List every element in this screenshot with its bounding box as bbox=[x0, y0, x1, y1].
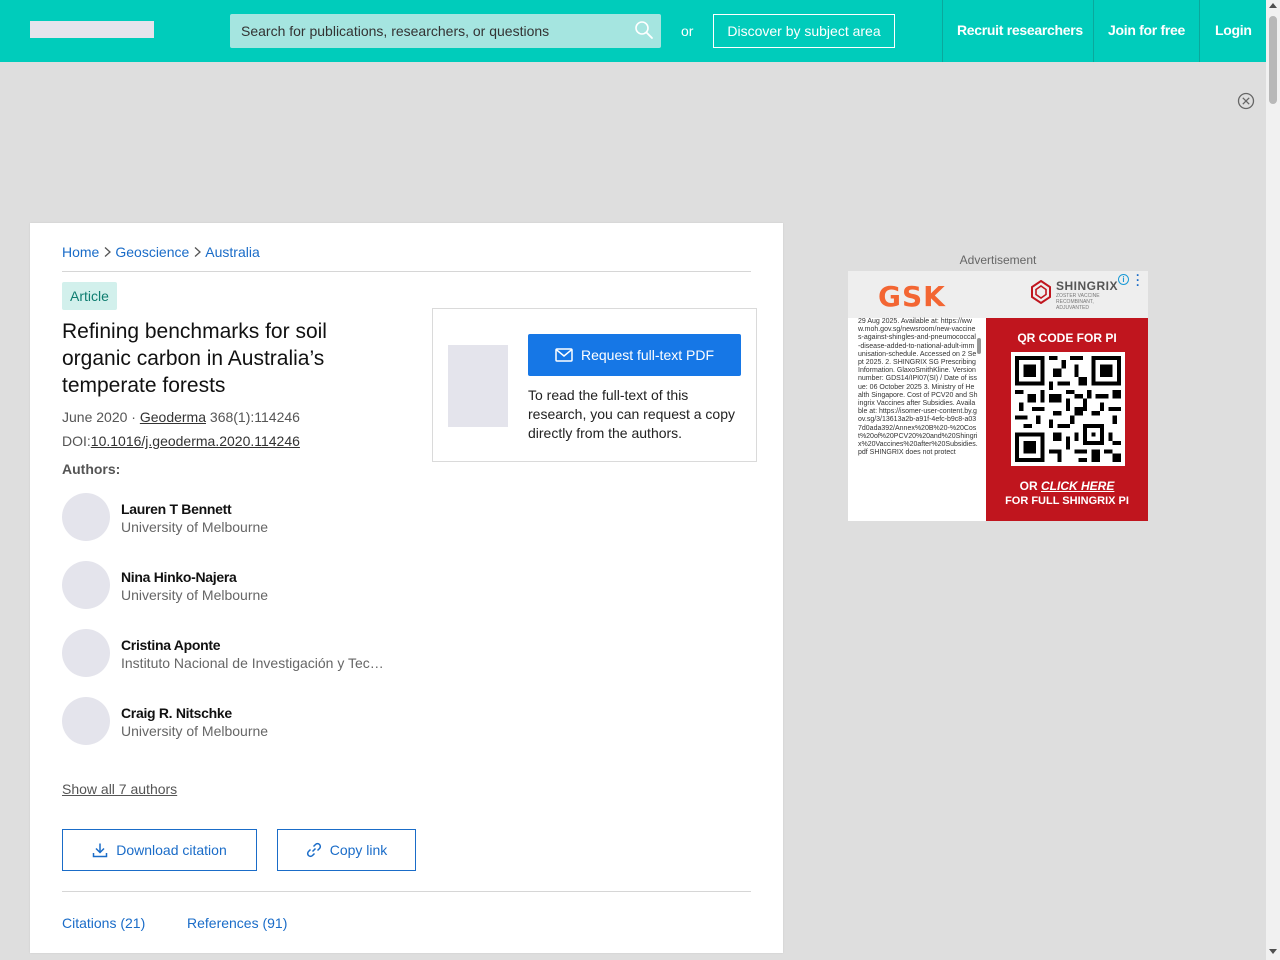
download-citation-label: Download citation bbox=[116, 842, 227, 858]
ad-references-panel: 29 Aug 2025. Available at: https://www.m… bbox=[848, 318, 986, 521]
nav-divider bbox=[942, 0, 943, 62]
request-pdf-description: To read the full-text of this research, … bbox=[528, 387, 736, 441]
author-institution[interactable]: University of Melbourne bbox=[121, 587, 391, 603]
scroll-thumb[interactable] bbox=[1269, 16, 1277, 104]
download-citation-button[interactable]: Download citation bbox=[62, 829, 257, 871]
article-type-badge: Article bbox=[62, 282, 117, 310]
author-institution[interactable]: University of Melbourne bbox=[121, 519, 391, 535]
download-icon bbox=[92, 843, 108, 858]
ad-cta-line2: FOR FULL SHINGRIX PI bbox=[1005, 495, 1129, 507]
request-full-text-pdf-button[interactable]: Request full-text PDF bbox=[528, 334, 741, 376]
close-ad-icon[interactable] bbox=[1237, 92, 1255, 110]
recruit-researchers-link[interactable]: Recruit researchers bbox=[957, 22, 1083, 38]
ad-qr-panel[interactable]: QR CODE FOR PI OR CLICK HERE FOR FULL SH… bbox=[986, 318, 1148, 521]
doi-link[interactable]: 10.1016/j.geoderma.2020.114246 bbox=[91, 433, 300, 449]
journal-volume: 368(1):114246 bbox=[206, 409, 300, 425]
or-text: or bbox=[681, 23, 694, 39]
breadcrumb-geoscience[interactable]: Geoscience bbox=[115, 244, 189, 260]
author-institution[interactable]: University of Melbourne bbox=[121, 723, 391, 739]
ad-qr-title: QR CODE FOR PI bbox=[1017, 331, 1117, 345]
author-name[interactable]: Craig R. Nitschke bbox=[121, 705, 232, 721]
ad-menu-icon[interactable]: · · · bbox=[1136, 271, 1140, 291]
avatar[interactable] bbox=[62, 629, 110, 677]
qr-code-icon[interactable] bbox=[1011, 352, 1125, 466]
login-link[interactable]: Login bbox=[1215, 22, 1252, 38]
advertisement-banner[interactable]: GSK SHINGRIX ZOSTER VACCINE RECOMBINANT,… bbox=[848, 271, 1148, 521]
search-box bbox=[230, 14, 661, 48]
article-title: Refining benchmarks for soil organic car… bbox=[62, 320, 327, 397]
doi-label: DOI: bbox=[62, 433, 91, 449]
article-card: Home Geoscience Australia Article Refini… bbox=[30, 223, 783, 953]
author-institution[interactable]: Instituto Nacional de Investigación y Te… bbox=[121, 655, 391, 671]
copy-link-button[interactable]: Copy link bbox=[277, 829, 416, 871]
breadcrumb-australia[interactable]: Australia bbox=[205, 244, 259, 260]
ad-references-text: 29 Aug 2025. Available at: https://www.m… bbox=[858, 318, 978, 457]
ad-cta-or: OR bbox=[1019, 479, 1041, 493]
avatar[interactable] bbox=[62, 697, 110, 745]
avatar[interactable] bbox=[62, 493, 110, 541]
show-all-authors-link[interactable]: Show all 7 authors bbox=[62, 781, 177, 797]
divider bbox=[62, 271, 751, 272]
divider bbox=[62, 891, 751, 892]
ad-info-icon[interactable]: i bbox=[1118, 274, 1129, 285]
site-logo[interactable] bbox=[30, 21, 154, 38]
search-input[interactable] bbox=[230, 14, 625, 48]
chevron-right-icon bbox=[104, 247, 112, 257]
top-navigation-bar: or Discover by subject area Recruit rese… bbox=[0, 0, 1266, 62]
author-item[interactable]: Cristina Aponte Instituto Nacional de In… bbox=[62, 629, 402, 677]
breadcrumb-home[interactable]: Home bbox=[62, 244, 99, 260]
scroll-down-arrow-icon[interactable] bbox=[1269, 949, 1277, 954]
page-scrollbar[interactable] bbox=[1266, 0, 1280, 960]
shingrix-logo-icon bbox=[1031, 280, 1051, 304]
publication-date: June 2020 bbox=[62, 409, 128, 425]
mail-icon bbox=[555, 348, 573, 362]
publication-meta: June 2020 · Geoderma 368(1):114246 bbox=[62, 409, 300, 425]
discover-by-subject-button[interactable]: Discover by subject area bbox=[713, 14, 895, 48]
chevron-right-icon bbox=[194, 247, 202, 257]
scroll-up-arrow-icon[interactable] bbox=[1269, 3, 1277, 8]
avatar[interactable] bbox=[62, 561, 110, 609]
copy-link-label: Copy link bbox=[329, 842, 388, 858]
journal-link[interactable]: Geoderma bbox=[140, 409, 206, 425]
author-name[interactable]: Cristina Aponte bbox=[121, 637, 221, 653]
meta-separator: · bbox=[127, 409, 140, 425]
nav-divider bbox=[1093, 0, 1094, 62]
author-item[interactable]: Craig R. Nitschke University of Melbourn… bbox=[62, 697, 402, 745]
doi-line: DOI:10.1016/j.geoderma.2020.114246 bbox=[62, 433, 300, 449]
join-for-free-link[interactable]: Join for free bbox=[1108, 22, 1185, 38]
shingrix-subtitle: ZOSTER VACCINE RECOMBINANT, ADJUVANTED bbox=[1056, 293, 1100, 311]
ad-cta-click-here[interactable]: CLICK HERE bbox=[1041, 479, 1114, 493]
author-item[interactable]: Nina Hinko-Najera University of Melbourn… bbox=[62, 561, 402, 609]
gsk-logo: GSK bbox=[878, 280, 946, 313]
authors-label: Authors: bbox=[62, 461, 121, 477]
ad-scroll-thumb[interactable] bbox=[977, 338, 981, 354]
tab-citations[interactable]: Citations (21) bbox=[62, 915, 145, 931]
request-pdf-label: Request full-text PDF bbox=[580, 347, 715, 363]
request-pdf-panel: Request full-text PDF To read the full-t… bbox=[432, 308, 757, 462]
breadcrumb: Home Geoscience Australia bbox=[62, 244, 260, 260]
nav-divider bbox=[1199, 0, 1200, 62]
author-name[interactable]: Nina Hinko-Najera bbox=[121, 569, 237, 585]
pdf-thumbnail bbox=[448, 345, 508, 427]
author-item[interactable]: Lauren T Bennett University of Melbourne bbox=[62, 493, 402, 541]
link-icon bbox=[306, 842, 321, 858]
ad-header: GSK SHINGRIX ZOSTER VACCINE RECOMBINANT,… bbox=[848, 271, 1148, 318]
shingrix-name: SHINGRIX bbox=[1056, 279, 1119, 293]
author-name[interactable]: Lauren T Bennett bbox=[121, 501, 232, 517]
tab-references[interactable]: References (91) bbox=[187, 915, 287, 931]
advertisement-label: Advertisement bbox=[959, 253, 1037, 267]
qr-code-graphic bbox=[1015, 356, 1121, 462]
ad-click-here-link[interactable]: OR CLICK HERE bbox=[986, 479, 1148, 493]
search-icon[interactable] bbox=[634, 20, 654, 40]
